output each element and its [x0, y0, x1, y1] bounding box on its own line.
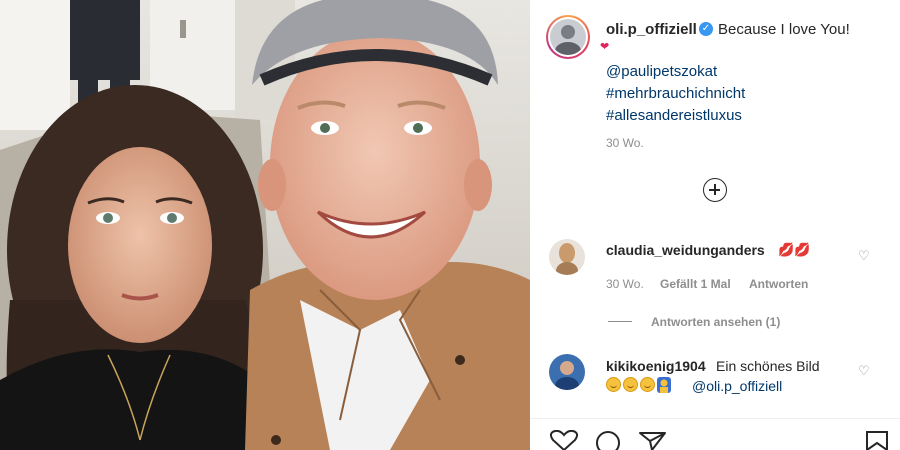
post-photo[interactable] — [0, 0, 530, 450]
comment-timestamp[interactable]: 30 Wo. — [606, 277, 644, 291]
commenter-avatar[interactable] — [549, 354, 585, 390]
comment-icon[interactable] — [594, 430, 624, 450]
hashtag-link[interactable]: #allesandereistluxus — [606, 107, 742, 124]
smiling-face-emoji — [623, 377, 638, 392]
bookmark-icon[interactable] — [864, 430, 890, 450]
replies-divider — [608, 321, 632, 322]
comment-emoji-row — [606, 377, 674, 395]
post-timestamp[interactable]: 30 Wo. — [606, 136, 644, 150]
smiling-face-emoji — [606, 377, 621, 392]
commenter-avatar[interactable] — [549, 239, 585, 275]
selfie-photo-illustration — [0, 0, 530, 450]
comment-username[interactable]: kikikoenig1904 — [606, 358, 706, 374]
smiling-face-emoji — [640, 377, 655, 392]
heart-icon[interactable]: ♡ — [858, 248, 870, 264]
actions-divider — [530, 418, 900, 419]
hashtag-link[interactable]: #mehrbrauchichnicht — [606, 85, 745, 102]
comment-username[interactable]: claudia_weidunganders — [606, 242, 765, 258]
heart-icon[interactable] — [549, 430, 579, 450]
reply-button[interactable]: Antworten — [749, 277, 808, 291]
heart-emoji: ❤ — [600, 41, 610, 53]
author-username[interactable]: oli.p_offiziell — [606, 21, 697, 38]
author-avatar[interactable] — [550, 19, 586, 55]
heart-icon[interactable]: ♡ — [858, 363, 870, 379]
comment-text: Ein schönes Bild — [716, 358, 820, 374]
comment-likes[interactable]: Gefällt 1 Mal — [660, 277, 731, 291]
caption-text: Because I love You! — [718, 21, 850, 38]
verified-badge-icon: ✓ — [699, 22, 713, 36]
kiss-lips-emoji: 💋💋 — [778, 242, 811, 257]
paper-plane-icon[interactable] — [638, 430, 668, 450]
plus-circle-icon[interactable] — [703, 178, 727, 202]
mention-link[interactable]: @oli.p_offiziell — [692, 378, 782, 394]
person-raising-hand-emoji — [657, 377, 671, 393]
story-ring[interactable] — [546, 15, 590, 59]
view-replies-button[interactable]: Antworten ansehen (1) — [651, 315, 780, 329]
mention-link[interactable]: @paulipetszokat — [606, 63, 717, 80]
